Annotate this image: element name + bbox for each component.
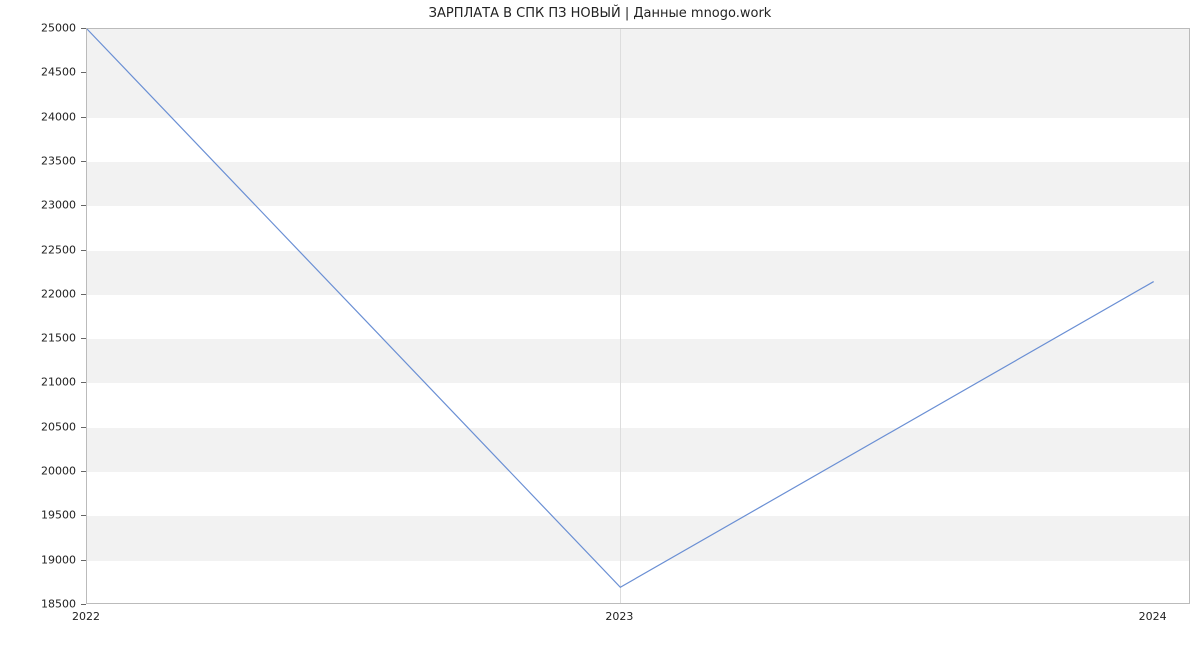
y-tick: [81, 205, 86, 206]
y-axis-label: 20500: [0, 420, 76, 433]
y-tick: [81, 515, 86, 516]
y-axis-label: 19000: [0, 553, 76, 566]
y-tick: [81, 28, 86, 29]
x-axis-label: 2023: [605, 610, 633, 623]
y-axis-label: 24000: [0, 110, 76, 123]
series-line: [87, 29, 1154, 587]
y-axis-label: 25000: [0, 22, 76, 35]
x-axis-label: 2024: [1139, 610, 1167, 623]
x-axis-label: 2022: [72, 610, 100, 623]
y-axis-label: 24500: [0, 66, 76, 79]
y-axis-label: 23000: [0, 199, 76, 212]
y-axis-label: 22500: [0, 243, 76, 256]
plot-area: [86, 28, 1190, 604]
y-tick: [81, 427, 86, 428]
y-axis-label: 22000: [0, 287, 76, 300]
line-layer: [87, 29, 1191, 605]
y-axis-label: 21000: [0, 376, 76, 389]
chart-title: ЗАРПЛАТА В СПК ПЗ НОВЫЙ | Данные mnogo.w…: [0, 6, 1200, 21]
y-tick: [81, 338, 86, 339]
y-axis-label: 21500: [0, 332, 76, 345]
y-axis-label: 18500: [0, 598, 76, 611]
y-tick: [81, 250, 86, 251]
y-axis-label: 19500: [0, 509, 76, 522]
y-tick: [81, 117, 86, 118]
y-tick: [81, 604, 86, 605]
y-tick: [81, 382, 86, 383]
y-axis-label: 23500: [0, 154, 76, 167]
y-tick: [81, 294, 86, 295]
chart-container: ЗАРПЛАТА В СПК ПЗ НОВЫЙ | Данные mnogo.w…: [0, 0, 1200, 650]
y-axis-label: 20000: [0, 465, 76, 478]
y-tick: [81, 72, 86, 73]
y-tick: [81, 161, 86, 162]
y-tick: [81, 471, 86, 472]
y-tick: [81, 560, 86, 561]
